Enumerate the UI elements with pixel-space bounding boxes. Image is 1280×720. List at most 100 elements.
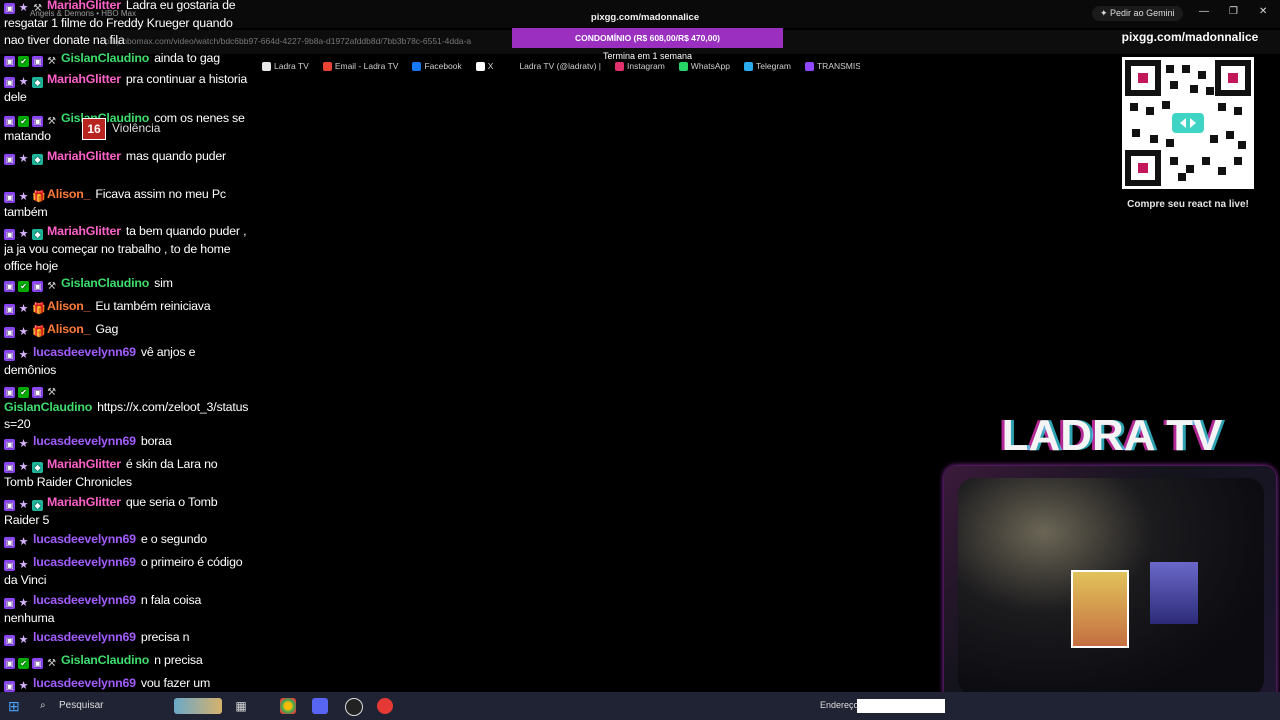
bookmark-label: Telegram [756, 61, 791, 71]
subscriber-badge-icon: ▣ [32, 56, 43, 67]
badge-group: ▣ ★ 🎁 [4, 327, 46, 338]
bookmark-label: Email - Ladra TV [334, 61, 399, 71]
close-icon[interactable]: ✕ [1259, 6, 1267, 17]
tool-badge-icon: ⚒ [47, 281, 56, 292]
obs-icon[interactable] [345, 698, 363, 716]
address-label: Endereço [820, 700, 859, 710]
chat-username[interactable]: GislanClaudino [61, 276, 149, 290]
badge-group: ▣ ★ [4, 350, 29, 361]
chat-username[interactable]: lucasdeevelynn69 [33, 593, 136, 607]
star-badge-icon: ★ [18, 76, 29, 88]
chat-username[interactable]: Alison_ [47, 299, 91, 313]
bookmark-icon [322, 61, 332, 71]
bookmark-label: Instagram [627, 61, 665, 71]
chat-username[interactable]: Alison_ [47, 187, 91, 201]
chat-username[interactable]: MariahGlitter [47, 457, 121, 471]
chat-username[interactable]: MariahGlitter [47, 149, 121, 163]
chat-username[interactable]: lucasdeevelynn69 [33, 532, 136, 546]
restore-icon[interactable]: ❐ [1229, 6, 1238, 17]
badge-group: ▣ ✔ ▣ ⚒ [4, 387, 57, 398]
badge-group: ▣ ★ ◆ [4, 154, 43, 165]
star-badge-icon: ★ [18, 191, 29, 203]
goal-subtext: Termina em 1 semana [602, 51, 693, 61]
bookmark-item[interactable]: Telegram [744, 58, 791, 74]
chat-username[interactable]: Alison_ [47, 322, 91, 336]
subscriber-badge-icon: ▣ [4, 658, 15, 669]
subscriber-badge-icon: ▣ [4, 281, 15, 292]
discord-icon[interactable] [312, 698, 328, 714]
chat-username[interactable]: GislanClaudino [4, 400, 92, 414]
moderator-badge-icon: ✔ [18, 56, 29, 67]
app-red-icon[interactable] [377, 698, 393, 714]
minimize-icon[interactable]: — [1199, 6, 1209, 17]
chat-message: ▣ ★ lucasdeevelynn69 n fala coisa nenhuma [4, 592, 248, 627]
address-field[interactable] [857, 699, 945, 713]
chat-username[interactable]: MariahGlitter [47, 0, 121, 12]
chat-username[interactable]: lucasdeevelynn69 [33, 676, 136, 690]
chrome-icon[interactable] [280, 698, 296, 714]
vip-badge-icon: ◆ [32, 77, 43, 88]
bookmark-icon [678, 61, 688, 71]
badge-group: ▣ ★ [4, 598, 29, 609]
bookmark-icon [475, 61, 485, 71]
bookmark-label: Ladra TV [274, 61, 309, 71]
chat-username[interactable]: lucasdeevelynn69 [33, 345, 136, 359]
bookmark-label: Ladra TV (@ladratv) | [519, 61, 601, 71]
chat-message: ▣ ✔ ▣ ⚒ GislanClaudino n precisa [4, 652, 248, 670]
star-badge-icon: ★ [18, 228, 29, 240]
chat-message: ▣ ★ ◆ MariahGlitter pra continuar a historia… [4, 71, 248, 106]
moderator-badge-icon: ✔ [18, 658, 29, 669]
bookmark-item[interactable]: TRANSMISSÃO [804, 58, 860, 74]
badge-group: ▣ ★ [4, 439, 29, 450]
gemini-button[interactable]: ✦ Pedir ao Gemini [1092, 6, 1183, 21]
badge-group: ▣ ★ ◆ [4, 77, 43, 88]
bookmark-label: Facebook [424, 61, 462, 71]
bookmark-item[interactable]: Facebook [412, 58, 462, 74]
badge-group: ▣ ✔ ▣ ⚒ [4, 56, 57, 67]
subscriber-badge-icon: ▣ [32, 658, 43, 669]
search-icon: ⌕ [40, 700, 46, 711]
chat-username[interactable]: lucasdeevelynn69 [33, 555, 136, 569]
badge-group: ▣ ★ ◆ [4, 229, 43, 240]
subscriber-badge-icon: ▣ [4, 439, 15, 450]
chat-text: sim [154, 276, 173, 290]
chat-username[interactable]: MariahGlitter [47, 495, 121, 509]
chat-username[interactable]: lucasdeevelynn69 [33, 434, 136, 448]
age-rating-label: Violência [112, 121, 161, 135]
subscriber-badge-icon: ▣ [4, 77, 15, 88]
chat-text: e o segundo [140, 532, 207, 546]
chat-message: ▣ ★ lucasdeevelynn69 precisa n [4, 629, 248, 647]
vip-badge-icon: ◆ [32, 154, 43, 165]
star-badge-icon: ★ [18, 2, 29, 14]
qr-title: pixgg.com/madonnalice [1121, 30, 1259, 44]
bookmark-icon [262, 61, 271, 71]
bookmark-item[interactable]: Ladra TV [262, 58, 309, 74]
chat-text: ainda to gag [154, 51, 220, 65]
vip-badge-icon: ◆ [32, 462, 43, 473]
bookmark-item[interactable]: X [475, 58, 493, 74]
star-badge-icon: ★ [18, 559, 29, 571]
chat-username[interactable]: MariahGlitter [47, 224, 121, 238]
tool-badge-icon: ⚒ [47, 56, 56, 67]
chat-username[interactable]: lucasdeevelynn69 [33, 630, 136, 644]
chat-username[interactable]: GislanClaudino [61, 653, 149, 667]
subscriber-badge-icon: ▣ [4, 462, 15, 473]
task-view-icon[interactable]: ▦ [233, 698, 249, 714]
bookmark-item[interactable]: Email - Ladra TV [322, 58, 399, 74]
chat-message: ▣ ★ ⚒ MariahGlitter Ladra eu gostaria de res… [4, 0, 248, 50]
chat-username[interactable]: GislanClaudino [61, 51, 149, 65]
windows-start-icon[interactable]: ⊞ [8, 698, 24, 714]
bookmark-icon [744, 61, 754, 71]
badge-group: ▣ ★ 🎁 [4, 191, 46, 203]
subscriber-badge-icon: ▣ [4, 229, 15, 240]
vip-badge-icon: ◆ [32, 229, 43, 240]
vip-badge-icon: ◆ [32, 500, 43, 511]
widgets-icon[interactable] [174, 698, 222, 714]
chat-overlay: ▣ ★ ⚒ MariahGlitter Ladra eu gostaria de res… [4, 0, 248, 700]
subscriber-badge-icon: ▣ [4, 500, 15, 511]
sparkle-icon: ✦ [1100, 8, 1111, 18]
subscriber-badge-icon: ▣ [4, 635, 15, 646]
moderator-badge-icon: ✔ [18, 281, 29, 292]
subscriber-badge-icon: ▣ [4, 598, 15, 609]
chat-username[interactable]: MariahGlitter [47, 72, 121, 86]
